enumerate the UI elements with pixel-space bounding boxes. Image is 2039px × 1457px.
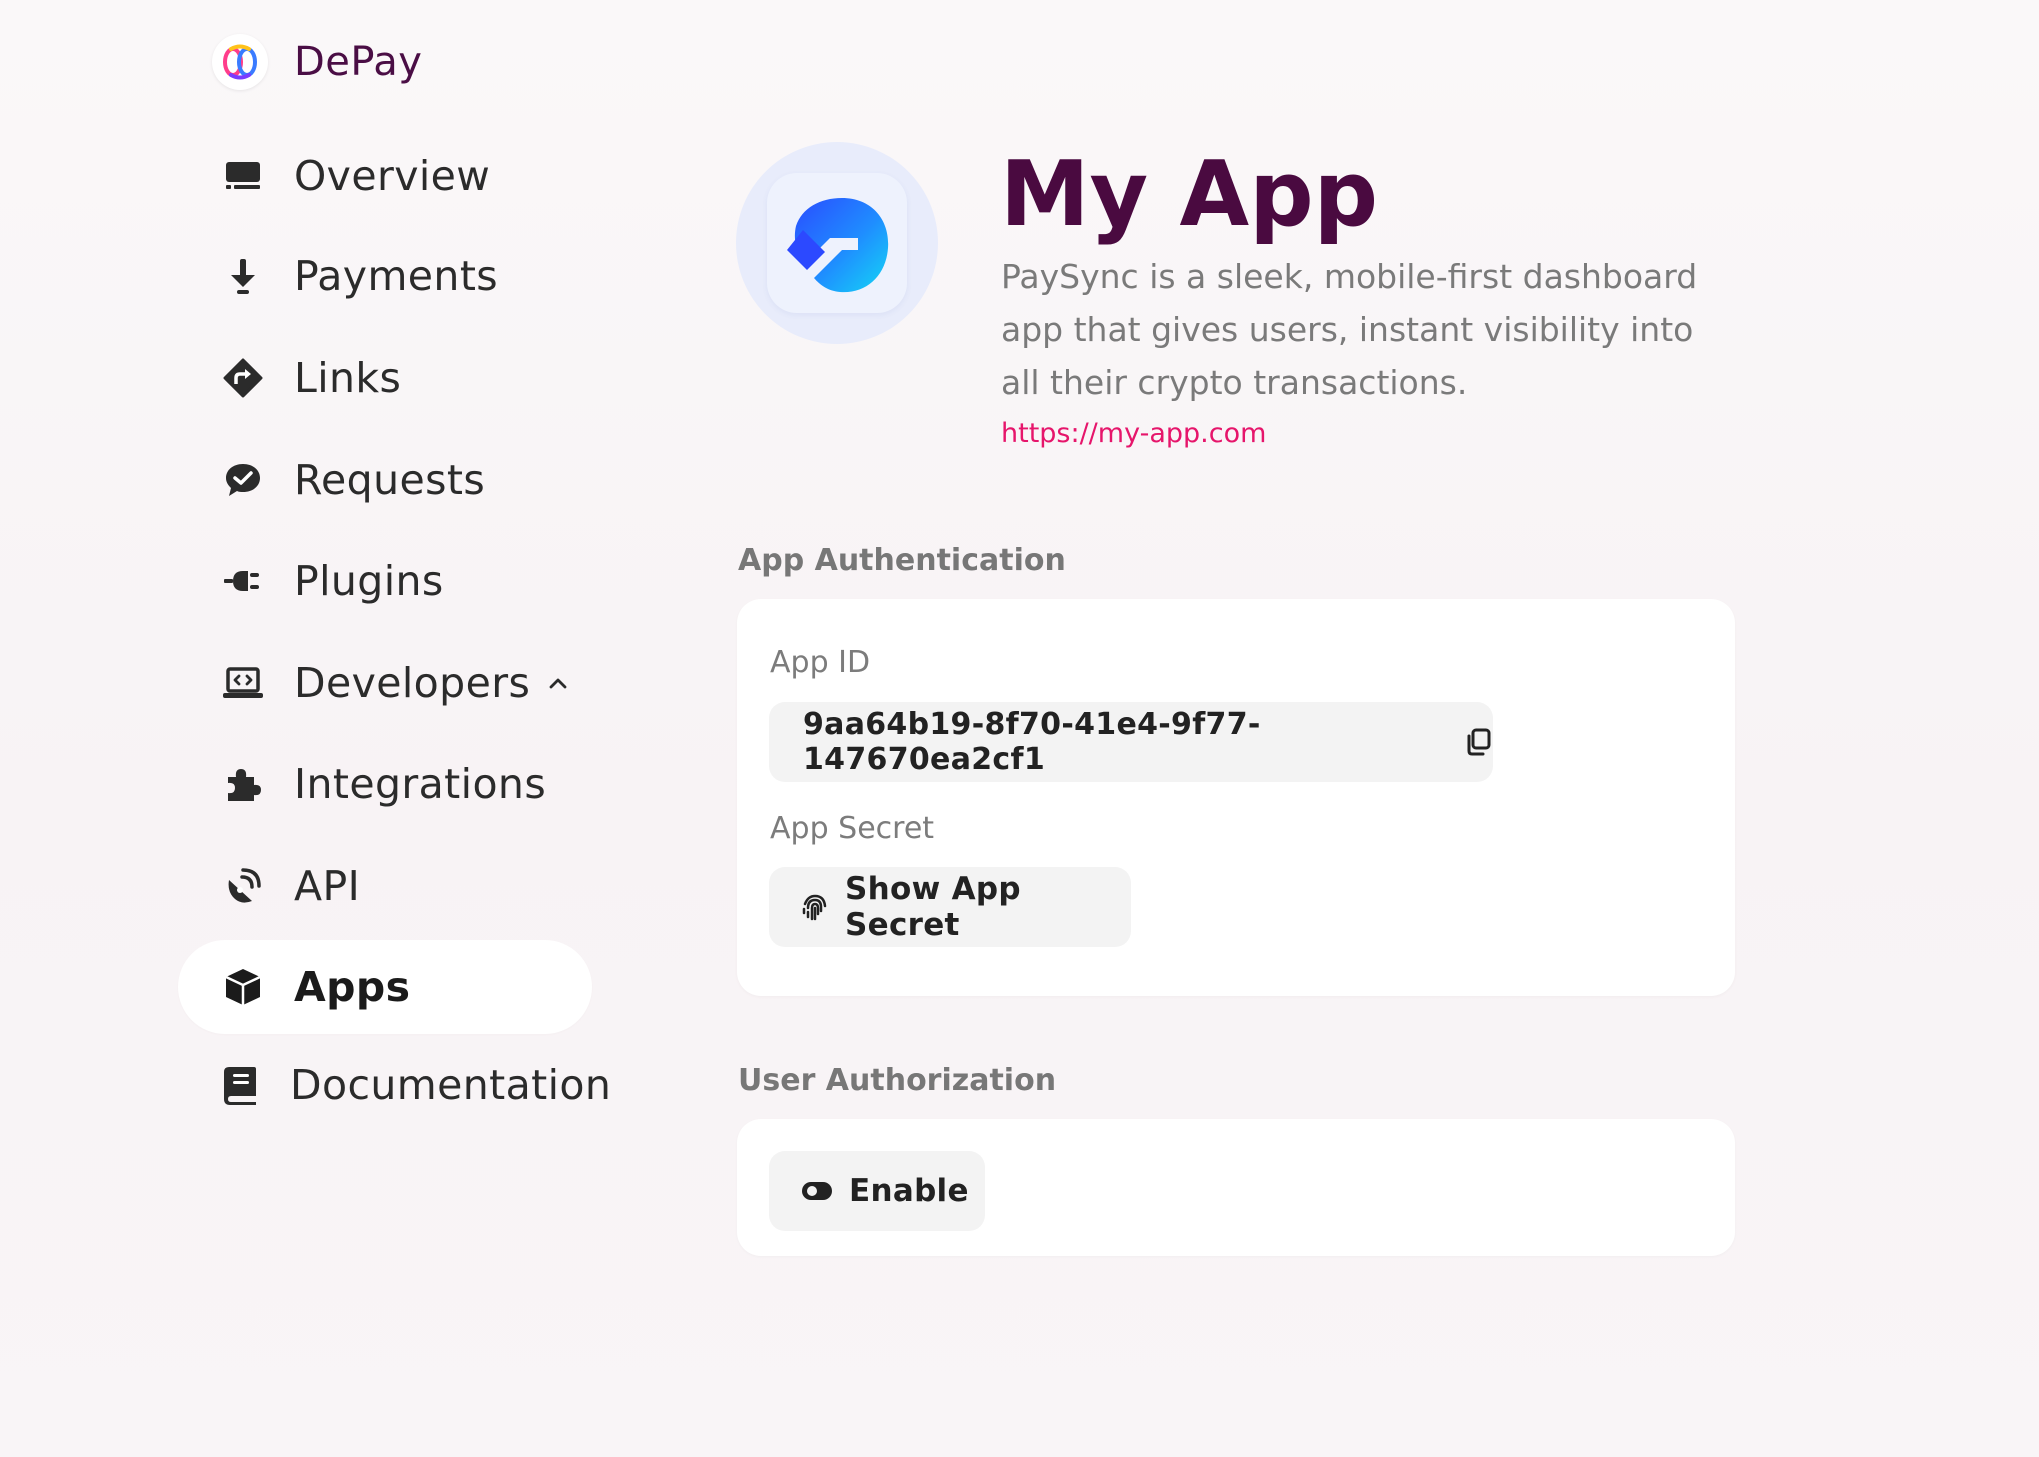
- sidebar-item-documentation[interactable]: Documentation: [178, 1038, 611, 1132]
- app-avatar[interactable]: [736, 142, 938, 344]
- sidebar-item-label: API: [294, 862, 361, 910]
- sidebar-item-payments[interactable]: Payments: [178, 229, 592, 323]
- sidebar-item-links[interactable]: Links: [178, 331, 592, 425]
- app-description: PaySync is a sleek, mobile-first dashboa…: [1001, 257, 1698, 402]
- section-heading-app-authentication: App Authentication: [738, 543, 1066, 578]
- depay-logo-icon: [212, 34, 268, 90]
- sidebar-item-label: Documentation: [290, 1061, 612, 1109]
- app-logo-icon: [767, 173, 907, 313]
- puzzle-icon: [220, 761, 266, 807]
- show-app-secret-label: Show App Secret: [845, 871, 1021, 943]
- monitor-icon: [220, 153, 266, 199]
- user-authorization-card: Enable: [737, 1119, 1735, 1256]
- cube-icon: [220, 964, 266, 1010]
- section-heading-user-authorization: User Authorization: [738, 1063, 1057, 1098]
- app-title: My App: [1000, 142, 1379, 247]
- app-authentication-card: App ID 9aa64b19-8f70-41e4-9f77-147670ea2…: [737, 599, 1735, 996]
- sidebar-item-label: Requests: [294, 456, 486, 504]
- fingerprint-icon: [799, 892, 829, 922]
- sidebar-item-apps[interactable]: Apps: [178, 940, 592, 1034]
- brand[interactable]: DePay: [212, 34, 422, 90]
- brand-name: DePay: [294, 39, 423, 85]
- sidebar-item-label: Developers: [294, 659, 531, 707]
- sidebar-item-requests[interactable]: Requests: [178, 433, 592, 527]
- sidebar-item-integrations[interactable]: Integrations: [178, 737, 592, 831]
- enable-label: Enable: [849, 1173, 969, 1209]
- sidebar-item-label: Integrations: [294, 760, 547, 808]
- sidebar-item-label: Payments: [294, 252, 499, 300]
- app-id-label: App ID: [770, 645, 871, 680]
- sidebar-item-developers[interactable]: Developers: [178, 636, 592, 730]
- message-check-icon: [220, 457, 266, 503]
- plug-icon: [220, 558, 266, 604]
- sidebar-item-label: Plugins: [294, 557, 444, 605]
- enable-button[interactable]: Enable: [769, 1151, 985, 1231]
- sidebar-item-label: Apps: [294, 963, 411, 1011]
- satellite-dish-icon: [220, 863, 266, 909]
- show-app-secret-button[interactable]: Show App Secret: [769, 867, 1131, 947]
- app-id-value: 9aa64b19-8f70-41e4-9f77-147670ea2cf1: [803, 707, 1261, 777]
- app-secret-label: App Secret: [770, 811, 935, 846]
- diamond-turn-icon: [220, 355, 266, 401]
- book-icon: [220, 1062, 262, 1108]
- chevron-up-icon[interactable]: [546, 671, 570, 695]
- sidebar-item-api[interactable]: API: [178, 839, 592, 933]
- app-id-field[interactable]: 9aa64b19-8f70-41e4-9f77-147670ea2cf1: [769, 702, 1493, 782]
- laptop-code-icon: [220, 660, 266, 706]
- arrow-down-icon: [220, 253, 266, 299]
- sidebar-item-plugins[interactable]: Plugins: [178, 534, 592, 628]
- toggle-icon: [801, 1180, 833, 1202]
- sidebar-item-overview[interactable]: Overview: [178, 129, 592, 223]
- sidebar-item-label: Overview: [294, 152, 491, 200]
- app-url-link[interactable]: https://my-app.com: [1001, 418, 1266, 449]
- sidebar-item-label: Links: [294, 354, 402, 402]
- copy-icon[interactable]: [1463, 727, 1493, 757]
